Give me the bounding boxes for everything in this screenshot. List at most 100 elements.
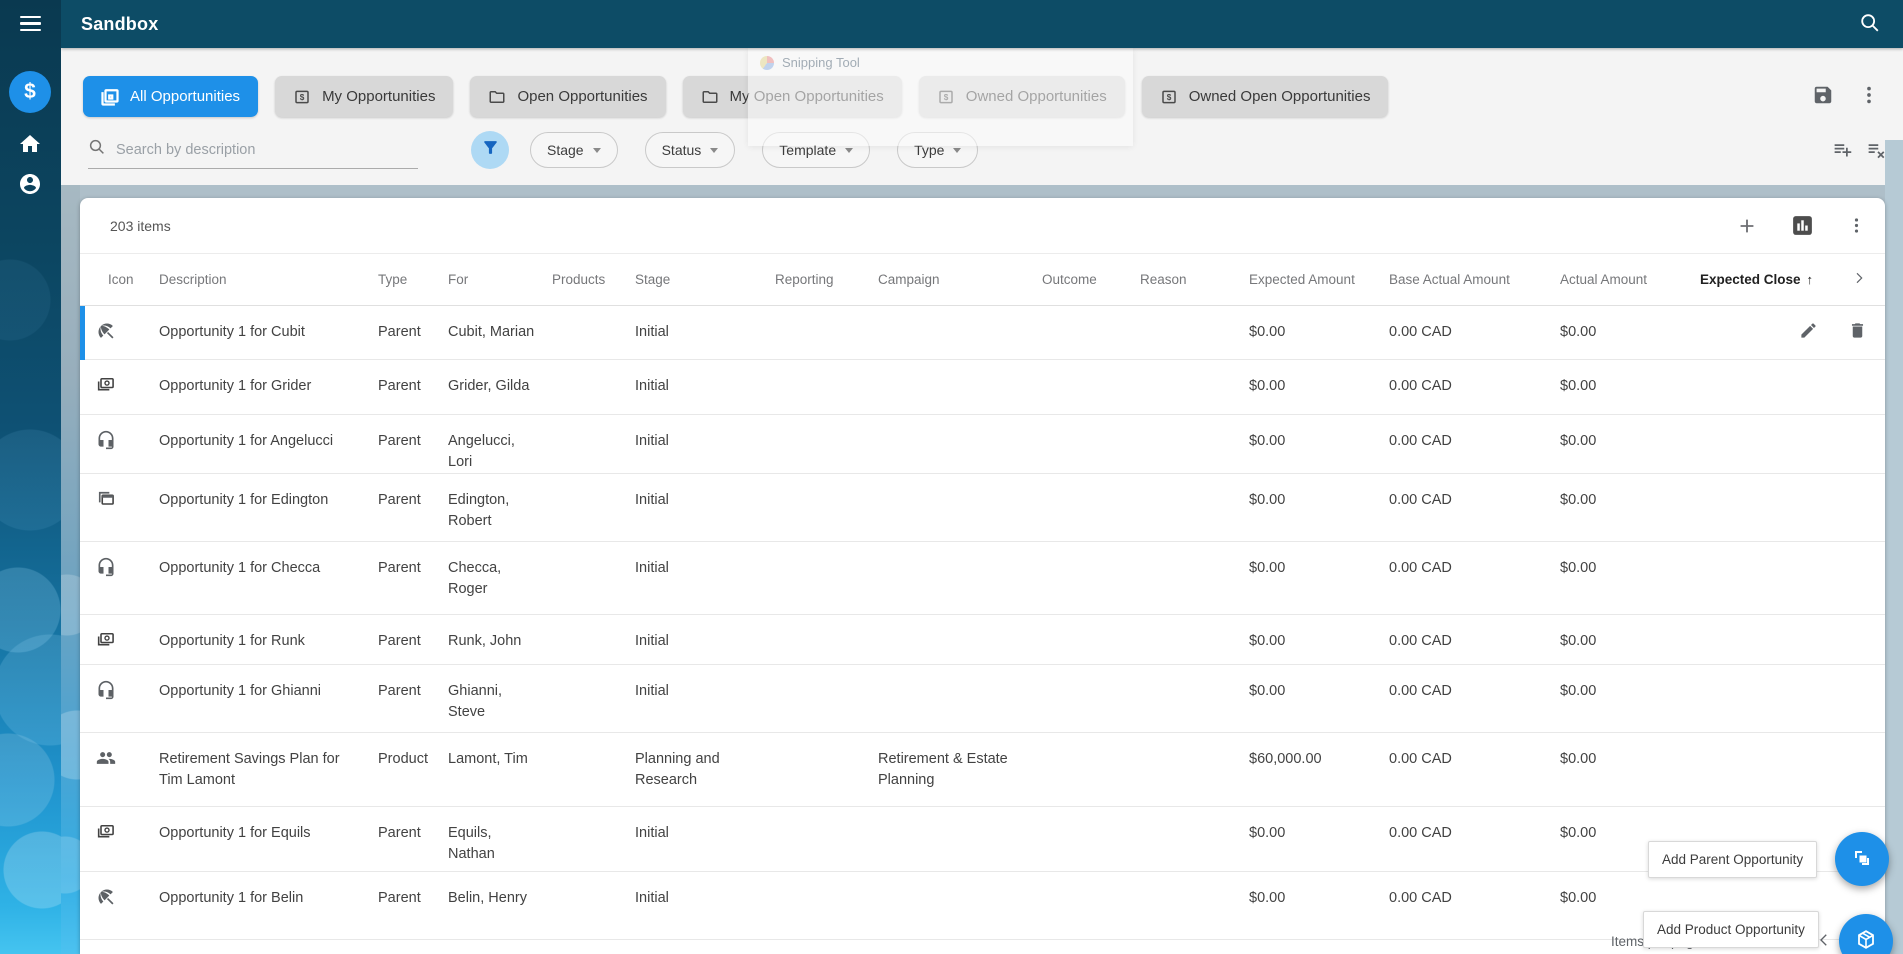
cell-reason (1140, 360, 1249, 376)
chip-label: My Open Opportunities (729, 88, 884, 105)
table-row[interactable]: Opportunity 1 for Angelucci Parent Angeluc… (80, 415, 1885, 474)
column-header-actual-amount[interactable]: Actual Amount (1560, 272, 1700, 287)
cell-actual-amount: $0.00 (1560, 433, 1597, 449)
cell-description: Opportunity 1 for Equils (159, 825, 311, 841)
sort-asc-icon: ↑ (1806, 272, 1814, 287)
row-type-icon-cell (80, 360, 159, 402)
sidebar-item-home[interactable] (9, 125, 51, 167)
column-header-icon[interactable]: Icon (80, 272, 159, 287)
cube-icon (1854, 928, 1878, 954)
scrollbar[interactable] (1885, 140, 1903, 954)
cell-campaign (878, 665, 1042, 681)
dropdown-label: Status (661, 142, 702, 158)
chip-label: My Opportunities (322, 88, 436, 105)
cell-for: Cubit, Marian (448, 324, 535, 340)
dropdown-template[interactable]: Template (762, 132, 871, 168)
table-row[interactable]: Opportunity 1 for Cubit Parent Cubit, Mari… (80, 306, 1885, 360)
cell-for: Edington, Robert (448, 492, 510, 529)
search-by-description (88, 138, 418, 169)
svg-text:$: $ (1166, 93, 1171, 102)
table-row[interactable]: Opportunity 1 for Grider Parent Grider, Gi… (80, 360, 1885, 415)
edit-icon[interactable] (1799, 321, 1818, 340)
view-chip-all-opportunities[interactable]: All Opportunities (83, 76, 259, 117)
row-type-icon-cell (80, 306, 159, 348)
column-header-products[interactable]: Products (552, 272, 635, 287)
sidebar-item-opportunities[interactable]: $ (9, 71, 51, 113)
column-header-type[interactable]: Type (378, 272, 448, 287)
row-type-icon-cell (80, 807, 159, 849)
search-input[interactable] (116, 141, 418, 158)
save-icon[interactable] (1812, 84, 1834, 106)
view-chip-my-open-opportunities[interactable]: My Open Opportunities (682, 76, 902, 117)
column-header-base-actual-amount[interactable]: Base Actual Amount (1389, 272, 1560, 287)
dropdown-type[interactable]: Type (897, 132, 979, 168)
hamburger-icon[interactable] (20, 16, 41, 32)
filter-button[interactable] (471, 131, 509, 169)
cell-outcome (1042, 542, 1140, 558)
cell-type: Parent (378, 825, 421, 841)
kebab-icon[interactable] (1858, 84, 1880, 106)
table-row[interactable]: Opportunity 1 for Belin Parent Belin, Henr… (80, 872, 1885, 940)
column-header-stage[interactable]: Stage (635, 272, 775, 287)
dropdown-stage[interactable]: Stage (530, 132, 618, 168)
cell-products (552, 360, 635, 376)
add-parent-opportunity-button[interactable] (1835, 832, 1889, 886)
cell-base-actual-amount: 0.00 CAD (1389, 633, 1452, 649)
cell-stage: Initial (635, 825, 669, 841)
column-header-description[interactable]: Description (159, 272, 378, 287)
add-icon[interactable] (1736, 215, 1758, 237)
playlist-add-icon[interactable] (1832, 139, 1853, 160)
cell-products (552, 306, 635, 322)
column-label: Expected Amount (1249, 272, 1355, 287)
column-header-reason[interactable]: Reason (1140, 272, 1249, 287)
table-row[interactable]: Opportunity 1 for Checca Parent Checca, Ro… (80, 542, 1885, 615)
column-header-outcome[interactable]: Outcome (1042, 272, 1140, 287)
cell-stage: Initial (635, 890, 669, 906)
playlist-remove-icon[interactable] (1866, 139, 1887, 160)
column-header-expected-amount[interactable]: Expected Amount (1249, 272, 1389, 287)
cell-base-actual-amount: 0.00 CAD (1389, 433, 1452, 449)
table-row[interactable]: Opportunity 1 for Ghianni Parent Ghianni, … (80, 665, 1885, 733)
cell-description: Opportunity 1 for Angelucci (159, 433, 334, 449)
search-icon[interactable] (1859, 12, 1883, 36)
folder-icon (701, 88, 719, 106)
snipping-tool-icon (760, 55, 774, 70)
chevron-right-icon[interactable] (1851, 270, 1867, 289)
view-chip-owned-open-opportunities[interactable]: $ Owned Open Opportunities (1141, 76, 1389, 117)
cell-expected-amount: $0.00 (1249, 560, 1286, 576)
column-header-expected-close[interactable]: Expected Close ↑ (1700, 270, 1885, 289)
cell-reporting (775, 665, 878, 681)
cell-reason (1140, 807, 1249, 823)
table-row[interactable]: Opportunity 1 for Edington Parent Edington… (80, 474, 1885, 542)
view-chip-open-opportunities[interactable]: Open Opportunities (470, 76, 666, 117)
kebab-icon[interactable] (1847, 216, 1866, 235)
top-bar: Sandbox (61, 0, 1903, 48)
column-header-for[interactable]: For (448, 272, 552, 287)
filter-dropdowns: Stage Status Template Type (530, 132, 979, 168)
view-chip-my-opportunities[interactable]: $ My Opportunities (275, 76, 454, 117)
cell-reporting (775, 733, 878, 749)
sidebar-item-profile[interactable] (9, 165, 51, 207)
cell-stage: Initial (635, 433, 669, 449)
cell-reporting (775, 872, 878, 888)
column-header-campaign[interactable]: Campaign (878, 272, 1042, 287)
svg-text:$: $ (300, 93, 305, 102)
cell-description: Retirement Savings Plan for Tim Lamont (159, 751, 340, 788)
view-actions (1812, 84, 1880, 106)
table-row[interactable]: Opportunity 1 for Runk Parent Runk, John In… (80, 615, 1885, 665)
chart-icon[interactable] (1790, 213, 1815, 238)
cell-type: Parent (378, 683, 421, 699)
view-chip-owned-opportunities[interactable]: $ Owned Opportunities (918, 76, 1125, 117)
delete-icon[interactable] (1848, 321, 1867, 340)
cell-for: Angelucci, Lori (448, 433, 515, 470)
table-row[interactable]: Retirement Savings Plan for Tim Lamont Pr… (80, 733, 1885, 807)
column-label: Base Actual Amount (1389, 272, 1510, 287)
cell-outcome (1042, 872, 1140, 888)
table-row[interactable]: Opportunity 1 for Equils Parent Equils, Na… (80, 807, 1885, 872)
column-header-reporting[interactable]: Reporting (775, 272, 878, 287)
cell-campaign (878, 360, 1042, 376)
cell-expected-amount: $0.00 (1249, 825, 1286, 841)
dropdown-status[interactable]: Status (644, 132, 736, 168)
row-list-actions (1832, 139, 1887, 160)
cell-outcome (1042, 665, 1140, 681)
